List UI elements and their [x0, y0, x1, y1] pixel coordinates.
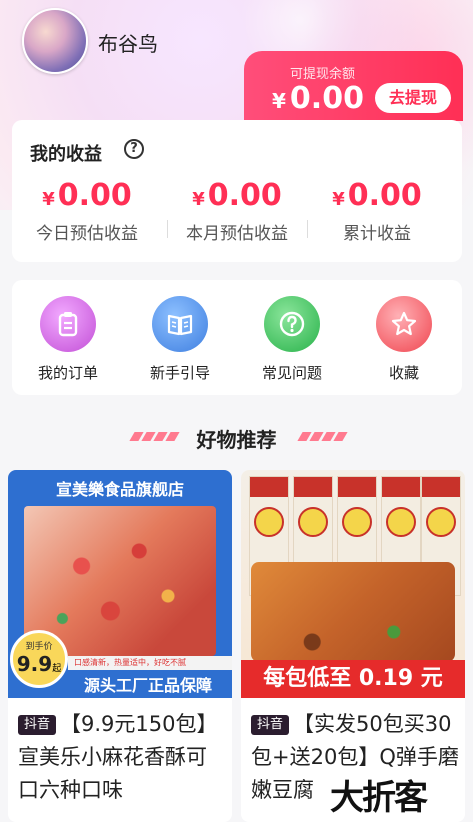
earning-label: 累计收益 [343, 224, 411, 244]
earning-value: 0.00 [57, 178, 132, 213]
menu-item-label: 我的订单 [37, 364, 98, 382]
badge-label: 到手价 [25, 642, 53, 652]
withdraw-button[interactable]: 去提现 [375, 83, 451, 113]
menu-item-faq[interactable]: 常见问题 [242, 296, 342, 383]
platform-tag: 抖音 [18, 715, 57, 735]
product-image: 每包低至 0.19 元 [241, 470, 465, 698]
watermark: 大折客 [330, 778, 428, 818]
store-name: 宣美樂食品旗舰店 [55, 480, 184, 499]
product-card[interactable]: 宣美樂食品旗舰店 口感清新，热量适中，好吃不腻 源头工厂正品保障 到手价 9.9… [8, 470, 232, 822]
badge-price: 9.9 [16, 652, 53, 676]
balance-amount: ¥0.00 [272, 81, 364, 116]
earning-value: 0.00 [207, 178, 282, 213]
decoration [297, 432, 348, 441]
earning-value: 0.00 [347, 178, 422, 213]
currency-symbol: ¥ [332, 189, 345, 210]
balance-card: 可提现余额 ¥0.00 去提现 [244, 51, 463, 121]
product-title: 抖音 【9.9元150包】宣美乐小麻花香酥可口六种口味 [18, 708, 226, 807]
avatar[interactable] [22, 8, 88, 74]
menu-item-favorites[interactable]: 收藏 [354, 296, 454, 383]
product-image: 宣美樂食品旗舰店 口感清新，热量适中，好吃不腻 源头工厂正品保障 到手价 9.9… [8, 470, 232, 698]
earning-today: ¥0.00 今日预估收益 [17, 178, 157, 244]
currency-symbol: ¥ [42, 189, 55, 210]
question-icon [264, 296, 320, 352]
help-icon[interactable]: ? [124, 139, 144, 159]
currency-symbol: ¥ [272, 89, 286, 113]
earning-label: 今日预估收益 [36, 224, 138, 244]
username: 布谷鸟 [98, 32, 158, 56]
menu-item-guide[interactable]: 新手引导 [130, 296, 230, 383]
menu-item-label: 常见问题 [261, 364, 322, 382]
earning-month: ¥0.00 本月预估收益 [167, 178, 307, 244]
balance-label: 可提现余额 [290, 67, 356, 82]
menu-item-orders[interactable]: 我的订单 [18, 296, 118, 383]
promo-banner: 每包低至 0.19 元 [241, 660, 465, 698]
band-text: 口感清新，热量适中，好吃不腻 [68, 656, 232, 670]
currency-symbol: ¥ [192, 189, 205, 210]
platform-tag: 抖音 [251, 715, 290, 735]
menu-item-label: 新手引导 [149, 364, 210, 382]
earning-label: 本月预估收益 [186, 224, 288, 244]
earning-total: ¥0.00 累计收益 [307, 178, 447, 244]
book-icon [152, 296, 208, 352]
balance-value: 0.00 [289, 81, 364, 116]
section-title: 好物推荐 [196, 428, 277, 452]
badge-unit: 起 [52, 664, 62, 674]
product-photo [251, 562, 455, 662]
earnings-title: 我的收益 [30, 144, 102, 165]
product-slogan: 源头工厂正品保障 [83, 676, 212, 695]
clipboard-icon [40, 296, 96, 352]
star-icon [376, 296, 432, 352]
price-badge: 到手价 9.9起 [10, 630, 68, 688]
shortcut-menu: 我的订单 新手引导 常见问题 收藏 [12, 280, 462, 395]
menu-item-label: 收藏 [388, 364, 419, 382]
earnings-card: 我的收益 ? ¥0.00 今日预估收益 ¥0.00 本月预估收益 ¥0.00 累… [12, 120, 462, 262]
